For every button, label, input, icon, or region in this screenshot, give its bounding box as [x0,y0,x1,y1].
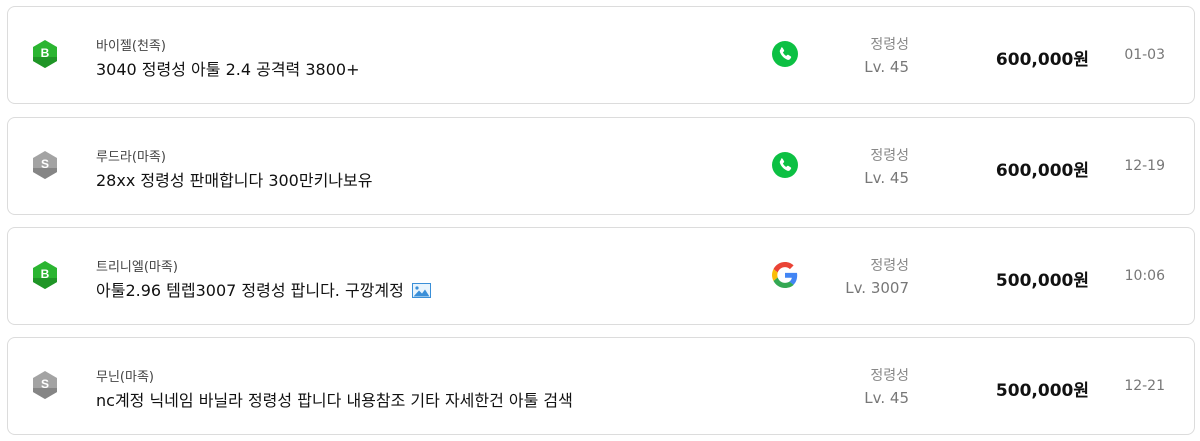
badge-letter: B [41,267,50,281]
character-level: Lv. 45 [864,169,909,187]
badge-letter: B [41,46,50,60]
post-date: 12-21 [1124,378,1165,394]
grade-s-badge-icon: S [32,150,58,180]
listing-title[interactable]: 3040 정령성 아툴 2.4 공격력 3800+ [96,56,359,80]
price: 500,000원 [995,381,1089,401]
price: 600,000원 [995,50,1089,70]
character-level: Lv. 45 [864,389,909,407]
listing-list: B 바이젤(천족) 3040 정령성 아툴 2.4 공격력 3800+ 정령성 … [0,0,1200,441]
server-name: 트리니엘(마족) [96,260,178,275]
phone-icon [772,41,798,67]
google-icon [772,262,798,288]
server-name: 무닌(마족) [96,370,154,385]
price: 600,000원 [995,161,1089,181]
badge-letter: S [41,377,49,391]
image-attached-icon [411,283,431,298]
listing-card[interactable]: B 바이젤(천족) 3040 정령성 아툴 2.4 공격력 3800+ 정령성 … [7,6,1195,104]
character-level: Lv. 45 [864,58,909,76]
badge-letter: S [41,157,49,171]
server-name: 루드라(마족) [96,150,166,165]
listing-card[interactable]: S 루드라(마족) 28xx 정령성 판매합니다 300만키나보유 정령성 Lv… [7,117,1195,215]
grade-b-badge-icon: B [32,39,58,69]
job-class: 정령성 [870,37,909,53]
job-class: 정령성 [870,368,909,384]
character-level: Lv. 3007 [845,279,909,297]
listing-card[interactable]: B 트리니엘(마족) 아툴2.96 템렙3007 정령성 팝니다. 구깡계정 정… [7,227,1195,325]
listing-title[interactable]: 28xx 정령성 판매합니다 300만키나보유 [96,167,372,191]
post-date: 10:06 [1124,268,1165,284]
listing-title[interactable]: 아툴2.96 템렙3007 정령성 팝니다. 구깡계정 [96,281,404,300]
job-class: 정령성 [870,258,909,274]
listing-card[interactable]: S 무닌(마족) nc계정 닉네임 바닐라 정령성 팝니다 내용참조 기타 자세… [7,337,1195,435]
listing-title-wrap[interactable]: 아툴2.96 템렙3007 정령성 팝니다. 구깡계정 [96,277,431,301]
server-name: 바이젤(천족) [96,39,166,54]
job-class: 정령성 [870,148,909,164]
post-date: 12-19 [1124,158,1165,174]
grade-b-badge-icon: B [32,260,58,290]
grade-s-badge-icon: S [32,370,58,400]
price: 500,000원 [995,271,1089,291]
phone-icon [772,152,798,178]
listing-title[interactable]: nc계정 닉네임 바닐라 정령성 팝니다 내용참조 기타 자세한건 아툴 검색 [96,387,573,411]
post-date: 01-03 [1124,47,1165,63]
